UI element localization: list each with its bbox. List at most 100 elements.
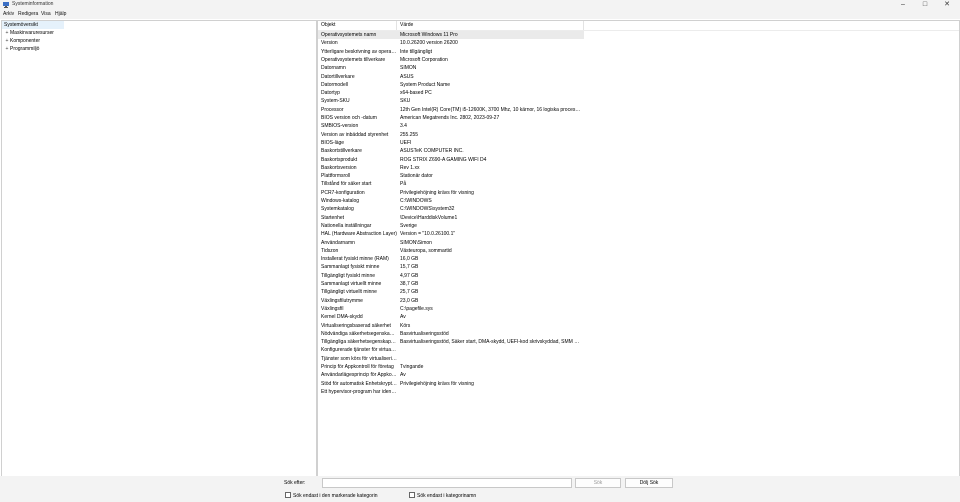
row-object: Processor [321,106,344,113]
row-object: Systemkatalog [321,206,354,213]
table-row[interactable]: Datormodell System Product Name [318,81,584,89]
table-row[interactable]: Datortyp x64-based PC [318,89,584,97]
table-row[interactable]: SMBIOS-version 3.4 [318,122,584,130]
tree-item-label: Komponenter [10,38,41,44]
row-value: C:\WINDOWS\system32 [400,206,455,213]
row-value: \Device\HarddiskVolume1 [400,214,458,221]
table-row[interactable]: Sammanlagt fysiskt minne 15,7 GB [318,263,584,271]
table-row[interactable]: Version av inbäddad styrenhet 255.255 [318,131,584,139]
menu-bar: Arkiv Redigera Visa Hjälp [0,10,960,19]
column-header-object[interactable]: Objekt [318,21,397,30]
row-value: 15,7 GB [400,264,419,271]
tree-item-hardware-resources[interactable]: + Maskinvaruresurser [4,29,54,37]
tree-item-components[interactable]: + Komponenter [4,37,41,45]
row-value: 10.0.26200 version 26200 [400,40,458,47]
search-input[interactable] [322,478,572,488]
table-row[interactable]: Stöd för automatisk Enhetskryptering Priv… [318,380,584,388]
table-row[interactable]: Användarlägesprincip för Appkontroll för… [318,371,584,379]
row-object: Användarlägesprincip för Appkontroll för… [321,372,397,379]
search-category-names-option[interactable]: Sök endast i kategorinamn [409,492,476,499]
row-object: SMBIOS-version [321,123,359,130]
table-row[interactable]: Användarnamn SIMON\Simon [318,239,584,247]
table-row[interactable]: Startenhet \Device\HarddiskVolume1 [318,214,584,222]
title-bar: Systeminformation – □ ✕ [0,0,960,10]
table-row[interactable]: Ett hypervisor-program har identifierats [318,388,584,396]
table-row[interactable]: Processor 12th Gen Intel(R) Core(TM) i5-1… [318,106,584,114]
table-row[interactable]: Princip för Appkontroll för företag Tving… [318,363,584,371]
column-header-value[interactable]: Värde [397,21,584,30]
table-row[interactable]: Datortillverkare ASUS [318,73,584,81]
row-value: Privilegiehöjning krävs för visning [400,189,474,196]
search-selected-category-option[interactable]: Sök endast i den markerade kategorin [285,492,378,499]
category-tree[interactable]: Systemöversikt + Maskinvaruresurser + Komp… [1,20,317,477]
table-row[interactable]: Tillstånd för säker start På [318,180,584,188]
close-find-button[interactable]: Dölj Sök [625,478,673,488]
table-row[interactable]: Tillgängliga säkerhetsegenskaper för vir… [318,338,584,346]
row-value: 16,0 GB [400,256,419,263]
table-row[interactable]: Kernel DMA-skydd Av [318,313,584,321]
row-object: System-SKU [321,98,350,105]
tree-item-software-environment[interactable]: + Programmiljö [4,45,40,53]
table-row[interactable]: BIOS-läge UEFI [318,139,584,147]
table-row[interactable]: Operativsystemets namn Microsoft Windows … [318,31,584,40]
table-row[interactable]: Konfigurerade tjänster för virtualiserin… [318,346,584,354]
menu-edit[interactable]: Redigera [18,11,38,18]
menu-help[interactable]: Hjälp [55,11,66,18]
row-object: Installerat fysiskt minne (RAM) [321,256,389,263]
table-row[interactable]: Installerat fysiskt minne (RAM) 16,0 GB [318,255,584,263]
table-row[interactable]: Tidszon Västeuropa, sommartid [318,247,584,255]
row-object: BIOS-läge [321,139,345,146]
minimize-button[interactable]: – [892,0,914,10]
table-row[interactable]: Baskortsprodukt ROG STRIX Z690-A GAMING W… [318,156,584,164]
table-row[interactable]: HAL (Hardware Abstraction Layer) Version … [318,230,584,238]
row-object: Baskortstillverkare [321,148,362,155]
table-row[interactable]: Tillgängligt virtuellt minne 25,7 GB [318,288,584,296]
table-row[interactable]: BIOS version och -datum American Megatren… [318,114,584,122]
table-row[interactable]: Windows-katalog C:\WINDOWS [318,197,584,205]
table-row[interactable]: Nödvändiga säkerhetsegenskaper för virtu… [318,330,584,338]
table-row[interactable]: Virtualiseringsbaserad säkerhet Körs [318,322,584,330]
table-row[interactable]: Nationella inställningar Sverige [318,222,584,230]
row-value: Microsoft Corporation [400,56,448,63]
table-row[interactable]: Plattformsroll Stationär dator [318,172,584,180]
table-row[interactable]: Växlingsfil C:\pagefile.sys [318,305,584,313]
table-row[interactable]: Sammanlagt virtuellt minne 38,7 GB [318,280,584,288]
row-value: C:\pagefile.sys [400,305,433,312]
row-value: 12th Gen Intel(R) Core(TM) i5-12600K, 37… [400,106,582,113]
find-button[interactable]: Sök [575,478,621,488]
row-object: HAL (Hardware Abstraction Layer) [321,231,397,238]
row-object: Tjänster som körs för virtualiseringsbas… [321,355,397,362]
row-value: 38,7 GB [400,281,419,287]
menu-file[interactable]: Arkiv [3,11,14,18]
maximize-button[interactable]: □ [914,0,936,10]
row-object: Tidszon [321,247,339,254]
row-value: Av [400,372,406,379]
table-row[interactable]: Ytterligare beskrivning av operativsyste… [318,48,584,56]
table-row[interactable]: Operativsystemets tillverkare Microsoft C… [318,56,584,64]
row-object: Växlingsfil [321,305,344,312]
row-object: Princip för Appkontroll för företag [321,364,394,370]
tree-item-system-summary[interactable]: Systemöversikt [2,21,64,29]
row-value: SKU [400,98,411,105]
menu-view[interactable]: Visa [41,11,51,18]
row-object: Användarnamn [321,239,355,246]
table-row[interactable]: Växlingsfilutrymme 23,0 GB [318,297,584,305]
row-value: Basvirtualiseringsstöd, Säker start, DMA… [400,339,582,346]
table-row[interactable]: PCR7-konfiguration Privilegiehöjning kräv… [318,189,584,197]
row-value: 25,7 GB [400,289,419,296]
row-object: Nödvändiga säkerhetsegenskaper för virtu… [321,330,397,337]
checkbox[interactable] [285,492,291,498]
details-list[interactable]: Objekt Värde Operativsystemets namn Micro… [317,20,960,477]
table-row[interactable]: Tillgängligt fysiskt minne 4,97 GB [318,272,584,280]
table-row[interactable]: Tjänster som körs för virtualiseringsbas… [318,355,584,363]
row-value: ROG STRIX Z690-A GAMING WIFI D4 [400,156,487,163]
table-row[interactable]: Baskortsversion Rev 1.xx [318,164,584,172]
table-row[interactable]: Baskortstillverkare ASUSTeK COMPUTER INC. [318,147,584,155]
table-row[interactable]: System-SKU SKU [318,97,584,105]
row-value: Stationär dator [400,173,433,180]
table-row[interactable]: Version 10.0.26200 version 26200 [318,39,584,47]
checkbox[interactable] [409,492,415,498]
table-row[interactable]: Systemkatalog C:\WINDOWS\system32 [318,205,584,213]
table-row[interactable]: Datornamn SIMON [318,64,584,72]
close-button[interactable]: ✕ [936,0,958,10]
